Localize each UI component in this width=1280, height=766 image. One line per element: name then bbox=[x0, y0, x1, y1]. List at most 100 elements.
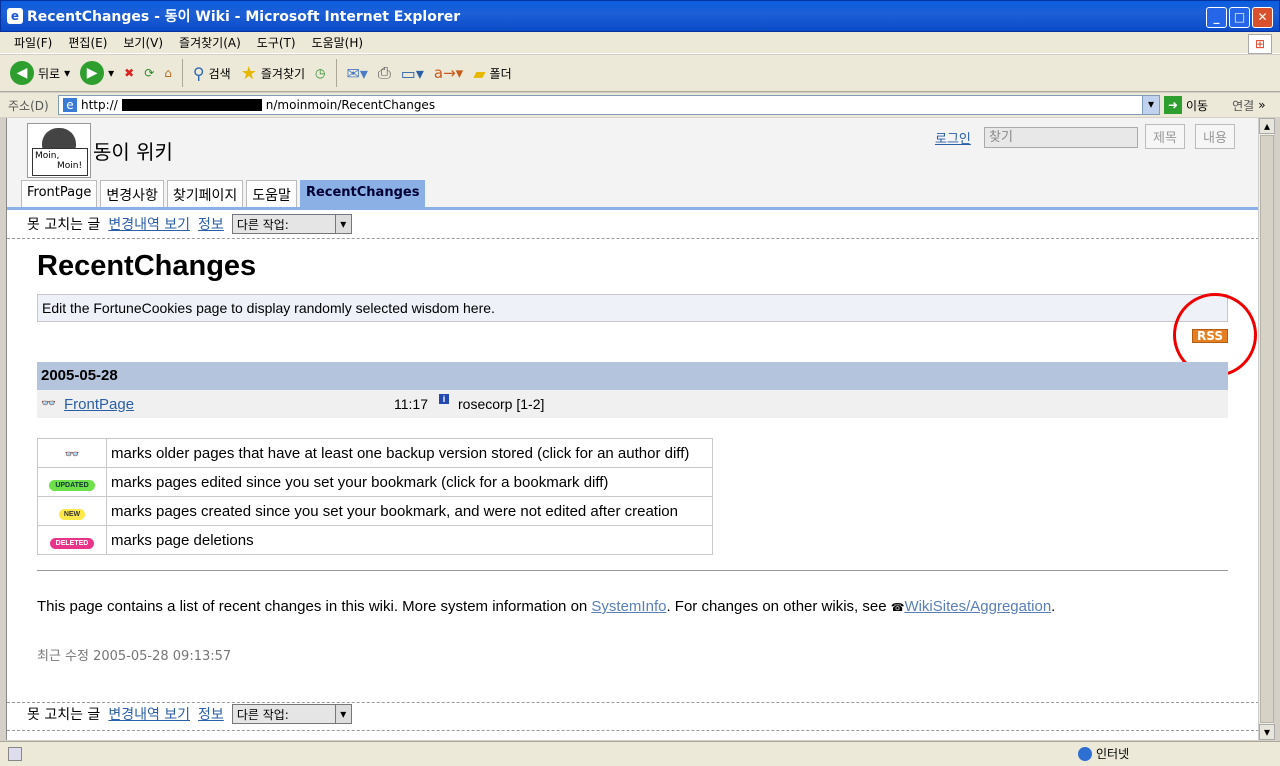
tab-frontpage[interactable]: FrontPage bbox=[21, 180, 98, 207]
editor-name: rosecorp [1-2] bbox=[458, 396, 545, 412]
address-input[interactable]: e http:// n/moinmoin/RecentChanges ▾ bbox=[58, 95, 1160, 115]
maximize-button[interactable]: □ bbox=[1229, 7, 1250, 28]
wikisites-link[interactable]: WikiSites/Aggregation bbox=[904, 598, 1051, 615]
menu-favorites[interactable]: 즐겨찾기(A) bbox=[179, 34, 241, 51]
folder-icon: ▰ bbox=[473, 63, 486, 83]
edit-icon[interactable]: ▭▾ bbox=[401, 64, 424, 83]
toolbar: ◀ 뒤로 ▾ ▶ ▾ ✖ ⟳ ⌂ ⚲ 검색 ★ 즐겨찾기 ◷ ✉▾ ⎙ ▭▾ a… bbox=[0, 55, 1280, 92]
globe-icon bbox=[1078, 746, 1092, 761]
last-modified: 최근 수정 2005-05-28 09:13:57 bbox=[37, 649, 232, 664]
deleted-badge-icon: DELETED bbox=[49, 537, 95, 549]
address-dropdown-icon[interactable]: ▾ bbox=[1142, 96, 1159, 114]
text-search-button[interactable]: 내용 bbox=[1195, 124, 1235, 149]
legend-icon-cell: DELETED bbox=[37, 525, 107, 555]
chevron-down-icon: ▾ bbox=[334, 215, 351, 233]
address-label: 주소(D) bbox=[8, 98, 49, 113]
legend-icon-cell: NEW bbox=[37, 496, 107, 526]
scroll-thumb[interactable] bbox=[1260, 135, 1274, 723]
go-button[interactable]: ➜ 이동 bbox=[1164, 96, 1208, 114]
dropdown-arrow-icon: ▾ bbox=[64, 66, 71, 80]
minimize-button[interactable]: _ bbox=[1206, 7, 1227, 28]
links-label[interactable]: 연결 bbox=[1232, 97, 1254, 114]
home-icon[interactable]: ⌂ bbox=[164, 66, 172, 80]
nav-tabs: FrontPage 변경사항 찾기페이지 도움말 RecentChanges bbox=[21, 180, 426, 207]
refresh-icon[interactable]: ⟳ bbox=[144, 66, 154, 80]
ie-icon: e bbox=[7, 8, 23, 24]
forward-button[interactable]: ▶ ▾ bbox=[80, 61, 114, 85]
mail-icon[interactable]: ✉▾ bbox=[347, 64, 368, 83]
search-label: 검색 bbox=[208, 66, 231, 81]
scroll-up-icon[interactable]: ▴ bbox=[1259, 118, 1275, 134]
scroll-down-icon[interactable]: ▾ bbox=[1259, 724, 1275, 740]
menu-view[interactable]: 보기(V) bbox=[123, 34, 163, 51]
search-button[interactable]: ⚲ 검색 bbox=[193, 64, 231, 83]
legend-text: marks pages created since you set your b… bbox=[106, 496, 713, 526]
folders-button[interactable]: ▰ 폴더 bbox=[473, 64, 511, 83]
table-row: 👓 marks older pages that have at least o… bbox=[37, 438, 713, 468]
legend-table: 👓 marks older pages that have at least o… bbox=[37, 438, 713, 555]
diff-icon[interactable]: 👓 bbox=[41, 396, 56, 410]
recent-changes-table: 2005-05-28 👓 FrontPage 11:17 i rosecorp … bbox=[37, 362, 1228, 418]
page-link[interactable]: FrontPage bbox=[64, 396, 134, 413]
change-time: 11:17 bbox=[394, 396, 428, 412]
translate-icon[interactable]: a→▾ bbox=[434, 64, 463, 82]
back-arrow-icon: ◀ bbox=[10, 61, 34, 85]
menu-tools[interactable]: 도구(T) bbox=[257, 34, 296, 51]
logo-face-icon bbox=[42, 128, 76, 150]
favorites-label: 즐겨찾기 bbox=[260, 66, 306, 81]
edit-bar-top: 못 고치는 글 변경내역 보기 정보 다른 작업: ▾ bbox=[7, 210, 1258, 238]
search-icon: ⚲ bbox=[192, 63, 205, 83]
star-icon: ★ bbox=[240, 62, 257, 84]
chevron-right-icon[interactable]: » bbox=[1258, 98, 1265, 112]
history-icon[interactable]: ◷ bbox=[315, 66, 325, 80]
more-actions-select[interactable]: 다른 작업: ▾ bbox=[231, 214, 352, 234]
systeminfo-link[interactable]: SystemInfo bbox=[591, 598, 666, 615]
zone-label: 인터넷 bbox=[1096, 747, 1130, 761]
back-label: 뒤로 bbox=[38, 66, 61, 81]
info-icon[interactable]: i bbox=[439, 394, 449, 404]
legend-icon-cell: UPDATED bbox=[37, 467, 107, 497]
favorites-button[interactable]: ★ 즐겨찾기 bbox=[241, 63, 305, 84]
chevron-down-icon: ▾ bbox=[334, 705, 351, 723]
legend-icon-cell: 👓 bbox=[37, 438, 107, 468]
table-row: NEW marks pages created since you set yo… bbox=[37, 496, 713, 526]
tab-help[interactable]: 도움말 bbox=[246, 180, 297, 207]
toolbar-separator bbox=[335, 59, 337, 87]
edit-bar-bottom: 못 고치는 글 변경내역 보기 정보 다른 작업: ▾ bbox=[7, 700, 1258, 728]
toolbar-separator bbox=[181, 59, 183, 87]
login-link[interactable]: 로그인 bbox=[935, 128, 971, 147]
legend-text: marks page deletions bbox=[106, 525, 713, 555]
menu-edit[interactable]: 편집(E) bbox=[68, 34, 107, 51]
moinmoin-logo[interactable]: Moin, Moin! bbox=[27, 123, 91, 178]
search-input[interactable]: 찾기 bbox=[984, 127, 1138, 148]
go-arrow-icon: ➜ bbox=[1164, 96, 1182, 114]
legend-text: marks older pages that have at least one… bbox=[106, 438, 713, 468]
go-label: 이동 bbox=[1186, 98, 1209, 113]
tab-changes[interactable]: 변경사항 bbox=[100, 180, 164, 207]
vertical-scrollbar[interactable]: ▴ ▾ bbox=[1258, 118, 1275, 740]
table-row: UPDATED marks pages edited since you set… bbox=[37, 467, 713, 497]
menu-help[interactable]: 도움말(H) bbox=[312, 34, 364, 51]
history-link[interactable]: 변경내역 보기 bbox=[108, 214, 190, 234]
menu-file[interactable]: 파일(F) bbox=[14, 34, 52, 51]
page-status-icon bbox=[8, 747, 22, 761]
close-button[interactable]: ✕ bbox=[1252, 7, 1273, 28]
more-actions-select[interactable]: 다른 작업: ▾ bbox=[231, 704, 352, 724]
tab-recentchanges[interactable]: RecentChanges bbox=[299, 180, 426, 207]
immutable-label: 못 고치는 글 bbox=[27, 707, 101, 723]
back-button[interactable]: ◀ 뒤로 ▾ bbox=[10, 61, 70, 85]
history-link[interactable]: 변경내역 보기 bbox=[108, 704, 190, 724]
title-search-button[interactable]: 제목 bbox=[1145, 124, 1185, 149]
page-title: RecentChanges bbox=[37, 250, 257, 282]
info-link[interactable]: 정보 bbox=[198, 214, 224, 234]
print-icon[interactable]: ⎙ bbox=[378, 63, 391, 83]
tab-findpage[interactable]: 찾기페이지 bbox=[166, 180, 244, 207]
site-name[interactable]: 동이 위키 bbox=[93, 136, 173, 165]
stop-icon[interactable]: ✖ bbox=[124, 66, 134, 80]
menu-bar: 파일(F) 편집(E) 보기(V) 즐겨찾기(A) 도구(T) 도움말(H) ⊞ bbox=[0, 32, 1280, 54]
page-icon: e bbox=[63, 98, 77, 112]
fortune-box: Edit the FortuneCookies page to display … bbox=[37, 294, 1228, 322]
divider bbox=[7, 730, 1258, 731]
info-link[interactable]: 정보 bbox=[198, 704, 224, 724]
window-title: RecentChanges - 동이 Wiki - Microsoft Inte… bbox=[27, 9, 461, 25]
